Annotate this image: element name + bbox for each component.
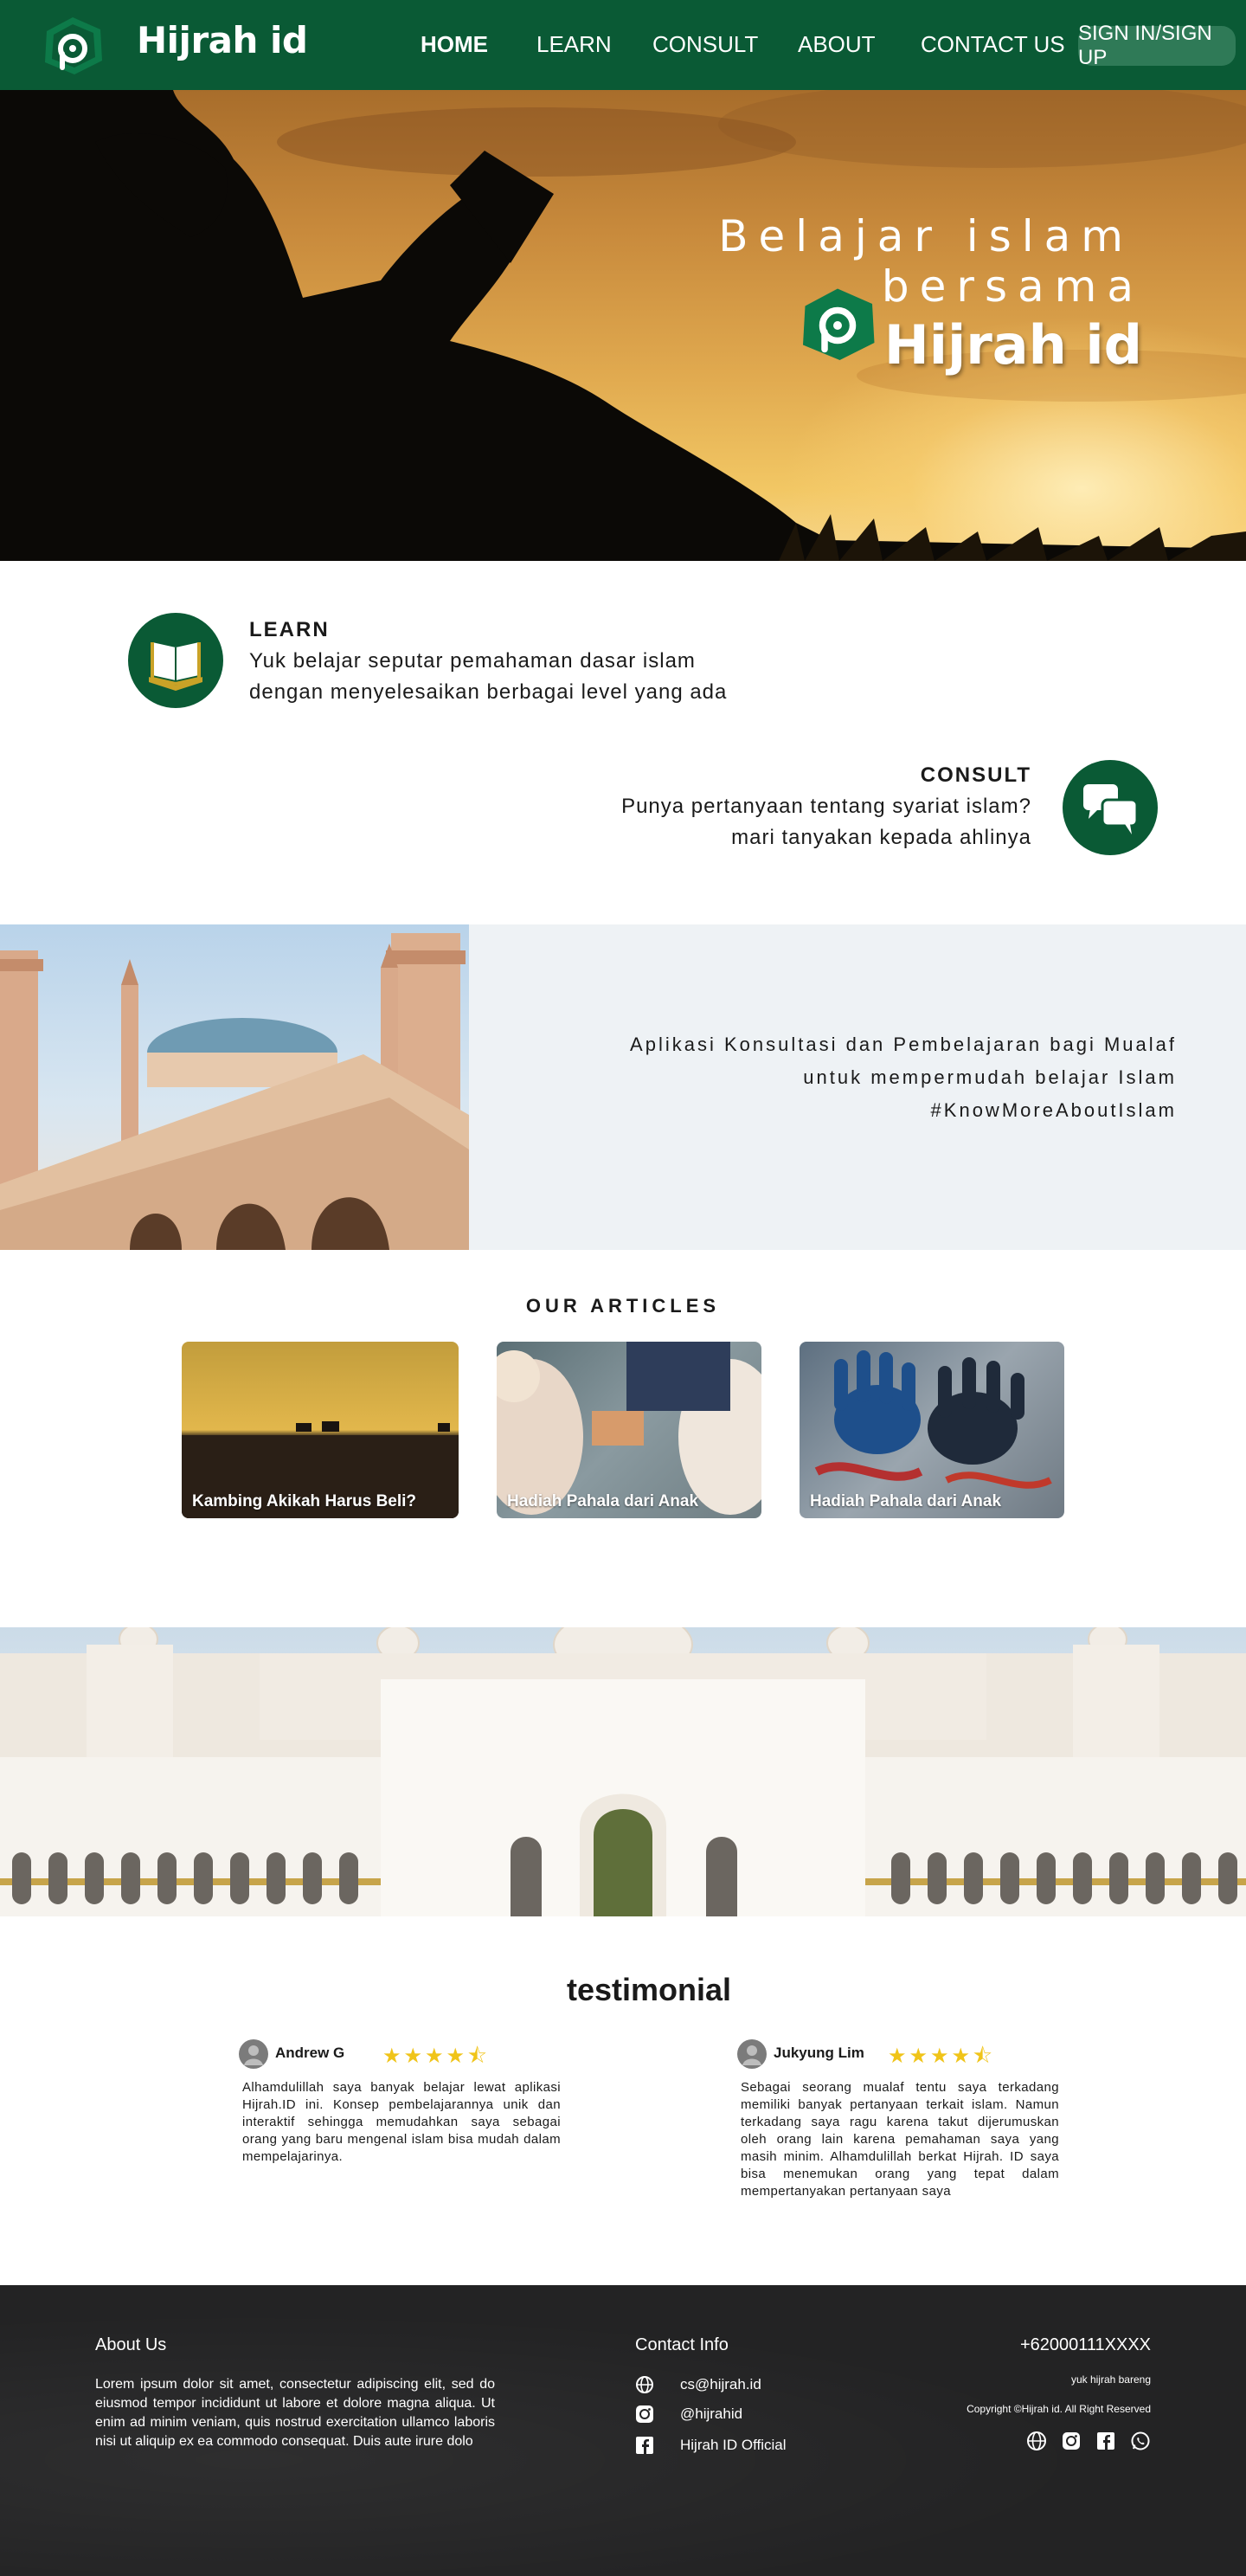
mission-line1: Aplikasi Konsultasi dan Pembelajaran bag… (630, 1034, 1177, 1055)
mission-hashtag: #KnowMoreAboutIslam (930, 1099, 1177, 1121)
mosque-photo (0, 924, 469, 1250)
footer-contact-heading: Contact Info (635, 2335, 729, 2354)
testimonial-title: testimonial (566, 1972, 732, 2007)
nav-home[interactable]: HOME (421, 31, 488, 58)
top-navbar: Hijrah id HOME LEARN CONSULT ABOUT CONTA… (0, 0, 1246, 90)
chat-bubbles-icon (1063, 760, 1158, 855)
review-text: Sebagai seorang mualaf tentu saya terkad… (741, 2080, 1059, 2199)
consult-heading: CONSULT (920, 763, 1031, 787)
footer-about-text: Lorem ipsum dolor sit amet, consectetur … (95, 2377, 495, 2449)
footer-about-heading: About Us (95, 2335, 167, 2354)
brand-name[interactable]: Hijrah id (137, 19, 308, 61)
footer-instagram-row[interactable]: @hijrahid (635, 2405, 742, 2424)
footer-email-row[interactable]: cs@hijrah.id (635, 2375, 761, 2394)
footer-phone[interactable]: +62000111XXXX (1020, 2335, 1151, 2355)
mission-band: Aplikasi Konsultasi dan Pembelajaran bag… (0, 924, 1246, 1250)
footer: About Us Lorem ipsum dolor sit amet, con… (0, 2285, 1246, 2576)
footer-instagram[interactable]: @hijrahid (680, 2405, 742, 2423)
globe-icon[interactable] (1026, 2431, 1047, 2451)
learn-text-line1: Yuk belajar seputar pemahaman dasar isla… (249, 649, 696, 673)
footer-tagline: yuk hijrah bareng (1070, 2373, 1151, 2386)
facebook-icon[interactable] (1095, 2431, 1116, 2451)
review-text: Alhamdulillah saya banyak belajar lewat … (242, 2080, 561, 2164)
consult-text-line1: Punya pertanyaan tentang syariat islam? (621, 795, 1031, 818)
article-card[interactable]: Hadiah Pahala dari Anak (800, 1342, 1064, 1518)
consult-text-line2: mari tanyakan kepada ahlinya (731, 826, 1031, 849)
learn-feature[interactable]: LEARN Yuk belajar seputar pemahaman dasa… (0, 606, 1246, 710)
mission-text: Aplikasi Konsultasi dan Pembelajaran bag… (630, 1028, 1177, 1127)
footer-social-icons (1026, 2431, 1151, 2451)
nav-contact-us[interactable]: CONTACT US (921, 31, 1065, 58)
nav-learn[interactable]: LEARN (536, 31, 612, 58)
article-caption: Hadiah Pahala dari Anak (507, 1492, 699, 1510)
user-avatar-icon (737, 2039, 767, 2069)
footer-email[interactable]: cs@hijrah.id (680, 2376, 761, 2393)
quran-book-icon (128, 613, 223, 708)
hero-logo-icon (803, 288, 875, 360)
grand-mosque-photo (0, 1627, 1246, 1916)
globe-icon (635, 2375, 654, 2394)
article-card[interactable]: Kambing Akikah Harus Beli? (182, 1342, 459, 1518)
whatsapp-icon[interactable] (1130, 2431, 1151, 2451)
reviewer-name: Andrew G (275, 2045, 345, 2061)
footer-copyright: Copyright ©Hijrah id. All Right Reserved (967, 2403, 1151, 2415)
signin-signup-button[interactable]: SIGN IN/SIGN UP (1078, 22, 1236, 69)
star-rating: ★★★★⯪ (888, 2045, 995, 2068)
article-card[interactable]: Hadiah Pahala dari Anak (497, 1342, 761, 1518)
hero-banner: Belajar islam bersama Hijrah id (0, 90, 1246, 561)
instagram-icon[interactable] (1061, 2431, 1082, 2451)
facebook-icon (635, 2436, 654, 2455)
reviewer-name: Jukyung Lim (774, 2045, 864, 2061)
instagram-icon (635, 2405, 654, 2424)
hero-title-line1: Belajar islam (718, 211, 1134, 261)
star-rating: ★★★★⯪ (382, 2045, 490, 2068)
learn-heading: LEARN (249, 618, 330, 641)
consult-feature[interactable]: CONSULT Punya pertanyaan tentang syariat… (0, 753, 1246, 857)
articles-title: OUR ARTICLES (525, 1295, 721, 1317)
hero-title-line2: bersama (881, 261, 1144, 312)
article-caption: Kambing Akikah Harus Beli? (192, 1492, 417, 1510)
nav-consult[interactable]: CONSULT (652, 31, 758, 58)
footer-facebook-row[interactable]: Hijrah ID Official (635, 2436, 787, 2455)
user-avatar-icon (239, 2039, 268, 2069)
nav-about[interactable]: ABOUT (798, 31, 876, 58)
hero-title-line3: Hijrah id (883, 313, 1142, 377)
mission-line2: untuk mempermudah belajar Islam (803, 1066, 1177, 1088)
learn-text-line2: dengan menyelesaikan berbagai level yang… (249, 680, 728, 704)
article-caption: Hadiah Pahala dari Anak (810, 1492, 1002, 1510)
logo-icon[interactable] (38, 14, 107, 78)
footer-facebook[interactable]: Hijrah ID Official (680, 2437, 787, 2454)
